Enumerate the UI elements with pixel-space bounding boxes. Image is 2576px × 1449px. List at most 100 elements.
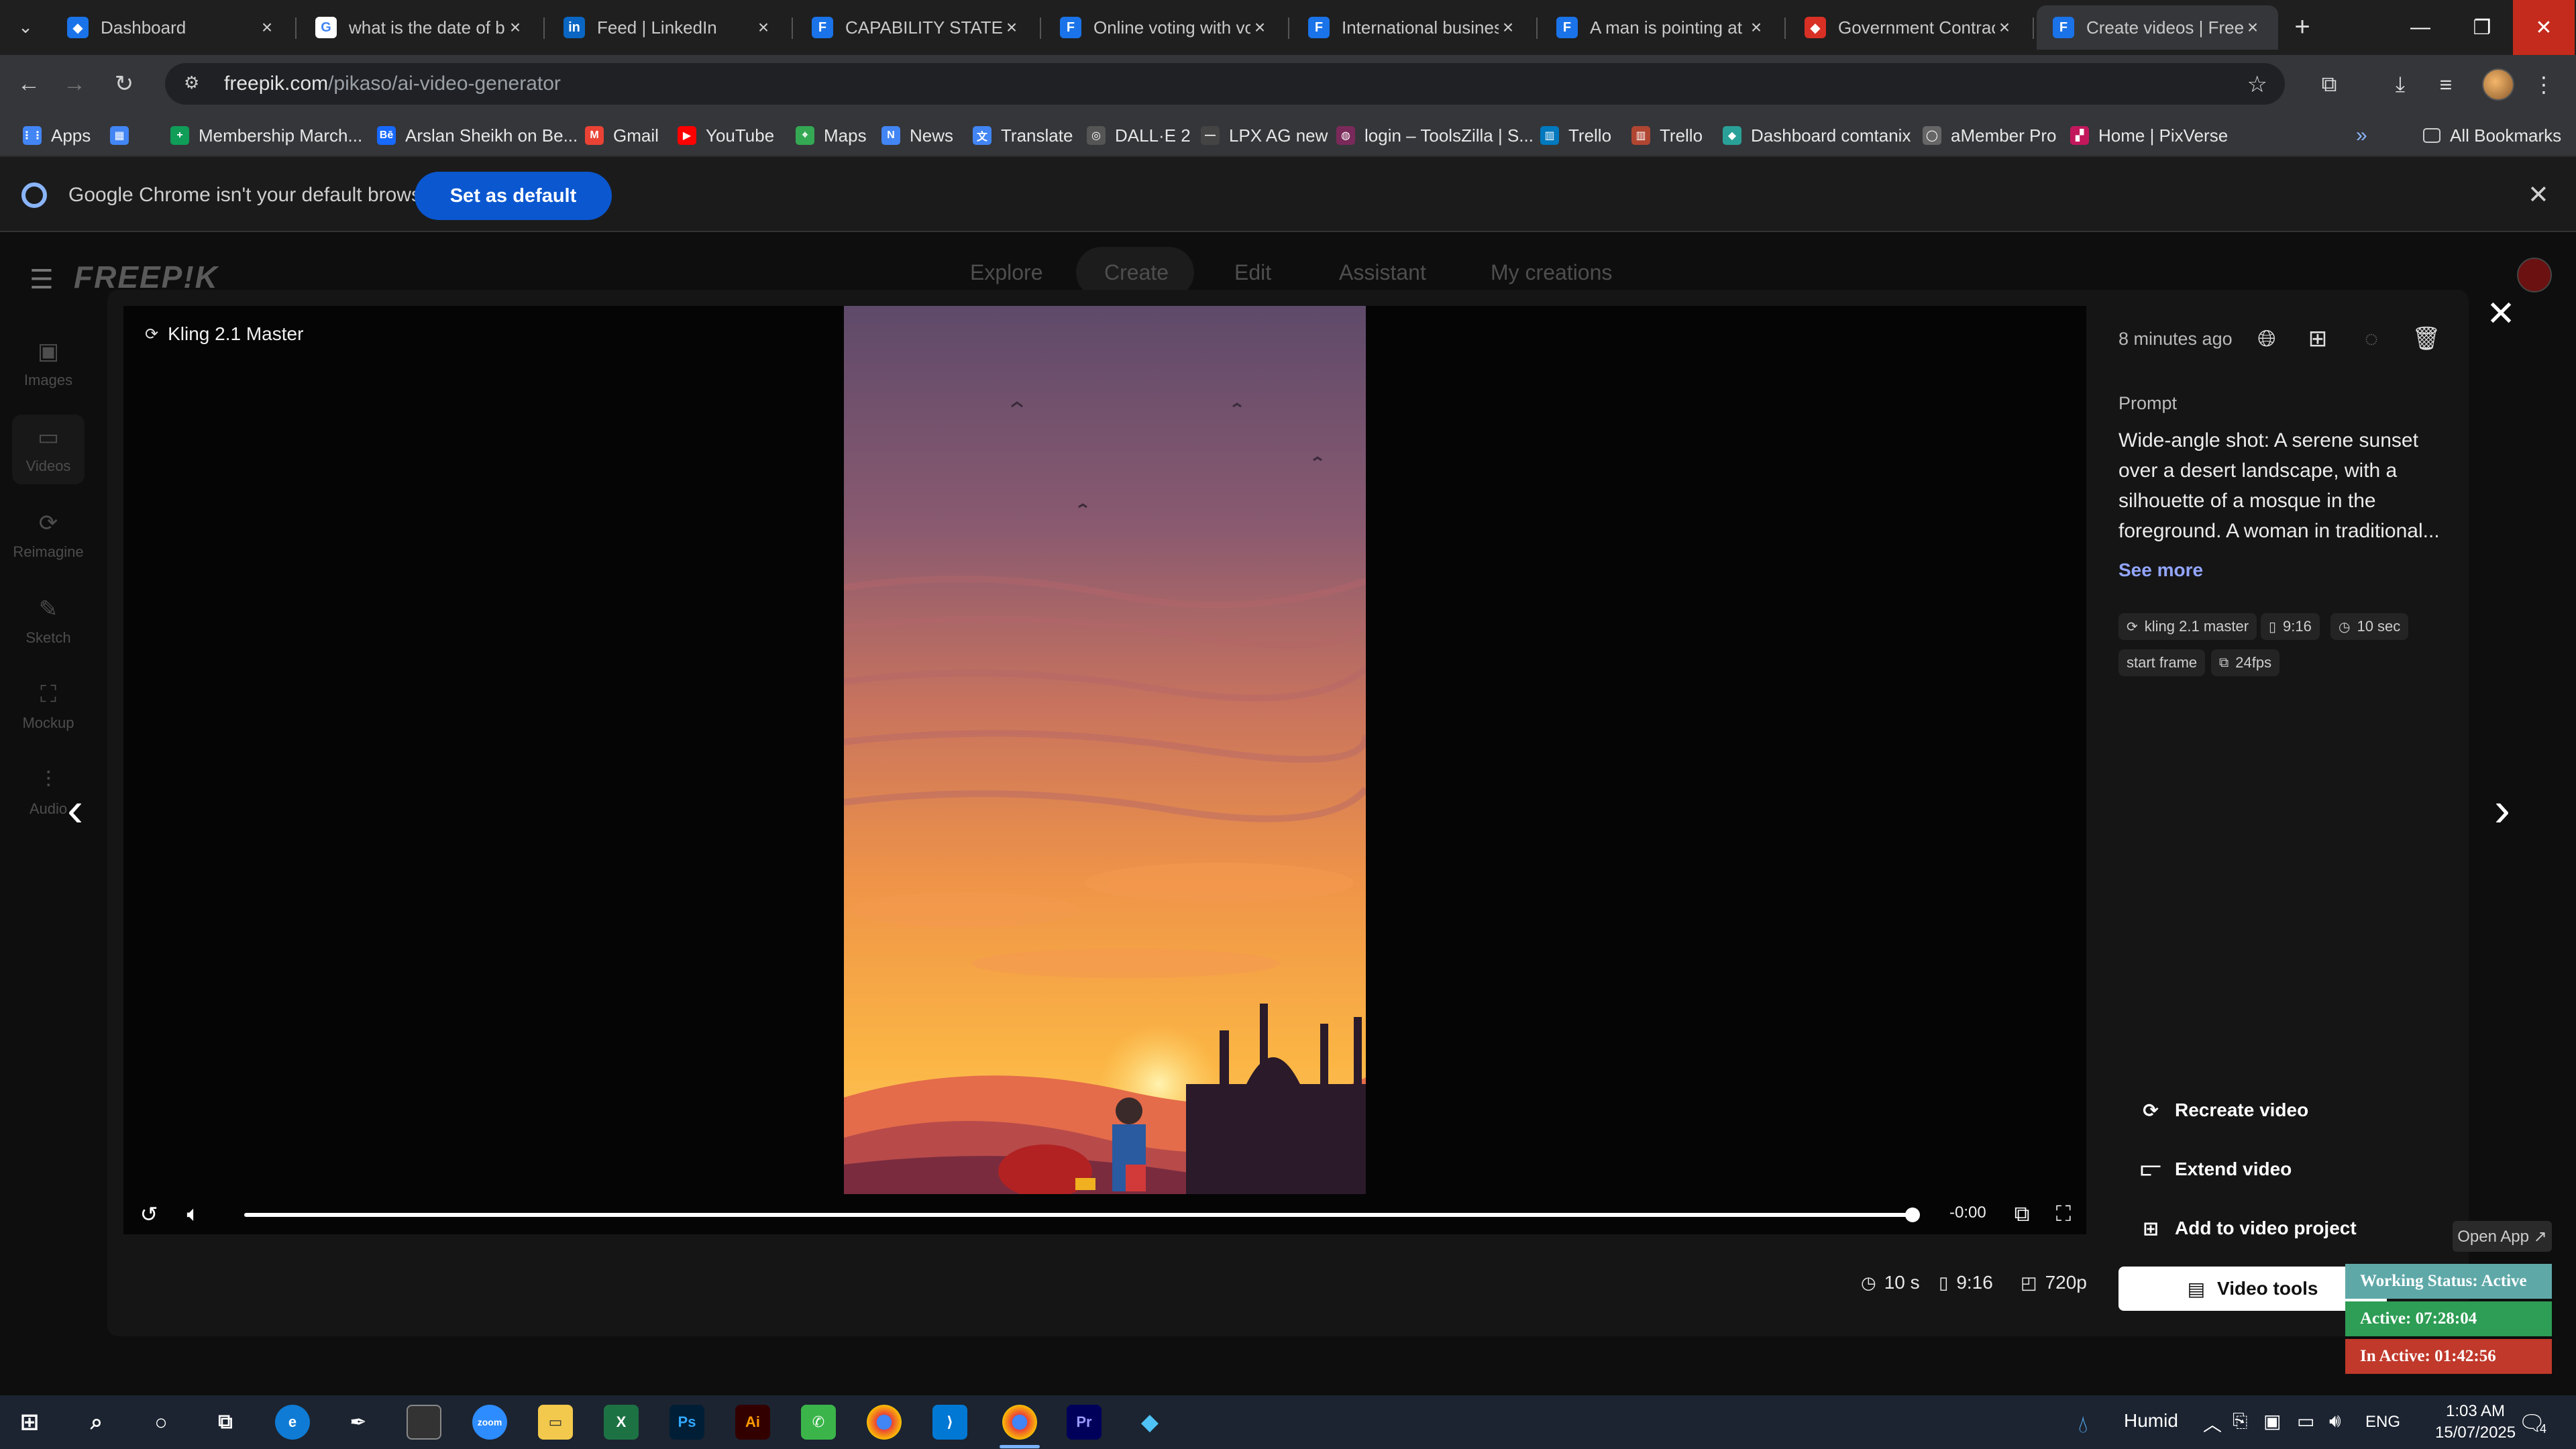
illustrator-icon[interactable]: Ai	[735, 1405, 770, 1440]
premiere-icon[interactable]: Pr	[1067, 1405, 1102, 1440]
bookmark-item[interactable]: ⋮⋮ Apps	[21, 122, 91, 149]
edge-icon[interactable]: e	[275, 1405, 310, 1440]
url-text[interactable]: freepik.com/pikaso/ai-video-generator	[224, 72, 561, 95]
sidebar-item-videos[interactable]: ▭ Videos	[12, 415, 85, 484]
nav-my-creations[interactable]: My creations	[1491, 260, 1612, 285]
back-button[interactable]: ←	[13, 68, 44, 99]
replay-icon[interactable]: ↺	[134, 1199, 164, 1229]
sidebar-item-images[interactable]: ▣ Images	[12, 338, 85, 389]
tab-search-chevron-icon[interactable]: ⌄	[7, 12, 44, 42]
nav-explore[interactable]: Explore	[970, 260, 1043, 285]
pen-icon[interactable]: ✒	[341, 1405, 376, 1440]
bookmark-item[interactable]: ◯ aMember Pro	[1923, 122, 2057, 149]
forward-button[interactable]: →	[59, 68, 90, 99]
volume-icon[interactable]: 🔈︎	[178, 1199, 208, 1229]
tab-close-icon[interactable]: ×	[1747, 17, 1766, 38]
fullscreen-icon[interactable]: ⛶	[2049, 1199, 2078, 1229]
tray-chevron-icon[interactable]: ︿	[2203, 1410, 2222, 1437]
sidebar-item-sketch[interactable]: ✎ Sketch	[12, 596, 85, 647]
bookmark-item[interactable]: ▥ Trello	[1631, 122, 1703, 149]
tab-close-icon[interactable]: ×	[2243, 17, 2262, 38]
system-clock[interactable]: 1:03 AM 15/07/2025	[2435, 1401, 2516, 1444]
bookmark-item[interactable]: ⌖ Maps	[796, 122, 867, 149]
task-view-icon[interactable]: ⧉	[208, 1405, 243, 1440]
vscode-icon[interactable]: ⟩	[932, 1405, 967, 1440]
bookmark-item[interactable]: N News	[881, 122, 953, 149]
bookmark-item[interactable]: — LPX AG new	[1201, 122, 1328, 149]
network-icon[interactable]: ▭	[2297, 1410, 2314, 1432]
meet-icon[interactable]: ⎘	[2233, 1410, 2247, 1432]
seek-handle[interactable]	[1905, 1208, 1920, 1222]
set-as-default-button[interactable]: Set as default	[415, 172, 612, 220]
extend-video-button[interactable]: ⫍ Extend video	[2137, 1152, 2292, 1186]
restore-button[interactable]: ❐	[2451, 0, 2513, 55]
terminal-icon[interactable]	[407, 1405, 441, 1440]
video-frame[interactable]	[844, 306, 1366, 1194]
tab-close-icon[interactable]: ×	[754, 17, 773, 38]
infobar-close-icon[interactable]: ✕	[2528, 180, 2549, 210]
bookmark-item[interactable]: ▶ YouTube	[678, 122, 774, 149]
file-explorer-icon[interactable]: ▭	[538, 1405, 573, 1440]
extensions-icon[interactable]: ⧉	[2314, 70, 2344, 99]
tab-close-icon[interactable]: ×	[258, 17, 276, 38]
excel-icon[interactable]: X	[604, 1405, 639, 1440]
bookmark-item[interactable]: ▥ Trello	[1540, 122, 1611, 149]
bookmark-item[interactable]: ◍ login – ToolsZilla | S...	[1336, 122, 1534, 149]
windows-start-icon[interactable]: ⊞	[12, 1405, 47, 1440]
new-tab-button[interactable]: +	[2288, 12, 2317, 42]
minimize-button[interactable]: —	[2390, 0, 2451, 55]
add-to-video-project-button[interactable]: ⊞ Add to video project	[2137, 1212, 2356, 1245]
download-icon[interactable]: ⤓	[2385, 70, 2415, 99]
tab[interactable]: F Create videos | Freep ×	[2037, 5, 2278, 50]
tab[interactable]: F CAPABILITY STATEME×	[796, 5, 1037, 50]
bookmark-item[interactable]: Bē Arslan Sheikh on Be...	[377, 122, 578, 149]
tab[interactable]: F International busines ×	[1292, 5, 1534, 50]
cortana-icon[interactable]: ○	[144, 1405, 178, 1440]
hamburger-menu-icon[interactable]: ☰	[30, 264, 54, 295]
photoshop-icon[interactable]: Ps	[669, 1405, 704, 1440]
bookmark-item[interactable]: ▦	[110, 122, 138, 149]
tab-close-icon[interactable]: ×	[1250, 17, 1269, 38]
bookmark-item[interactable]: ▞ Home | PixVerse	[2070, 122, 2228, 149]
bookmarks-overflow-icon[interactable]: »	[2356, 122, 2367, 149]
tab-close-icon[interactable]: ×	[1995, 17, 2014, 38]
bookmark-item[interactable]: ◎ DALL·E 2	[1087, 122, 1191, 149]
app-diamond-icon[interactable]: ◆	[1132, 1405, 1167, 1440]
phone-app-icon[interactable]: ✆	[801, 1405, 836, 1440]
language-indicator[interactable]: ENG	[2365, 1413, 2400, 1432]
previous-arrow-icon[interactable]: ‹	[55, 782, 95, 837]
see-more-link[interactable]: See more	[2118, 559, 2203, 581]
tab-close-icon[interactable]: ×	[1499, 17, 1517, 38]
chrome-profile-icon[interactable]	[1002, 1405, 1037, 1440]
chrome-icon[interactable]	[867, 1405, 902, 1440]
tab-close-icon[interactable]: ×	[1002, 17, 1021, 38]
zoom-icon[interactable]: zoom	[472, 1405, 507, 1440]
bookmark-item[interactable]: M Gmail	[585, 122, 659, 149]
picture-in-picture-icon[interactable]: ⧉	[2007, 1199, 2037, 1229]
all-bookmarks[interactable]: All Bookmarks	[2423, 122, 2561, 149]
seek-bar[interactable]	[244, 1208, 1920, 1222]
nav-create[interactable]: Create	[1104, 260, 1169, 285]
close-modal-icon[interactable]: ✕	[2481, 294, 2521, 334]
globe-icon[interactable]: 🌐︎	[2250, 322, 2284, 356]
sidebar-item-reimagine[interactable]: ⟳ Reimagine	[12, 510, 85, 561]
sidebar-item-mockup[interactable]: ⛶ Mockup	[12, 682, 85, 732]
open-app-button[interactable]: Open App ↗	[2453, 1221, 2552, 1252]
tab[interactable]: ◆ Dashboard ×	[51, 5, 292, 50]
tab[interactable]: F A man is pointing at ×	[1540, 5, 1782, 50]
add-to-folder-icon[interactable]: ⊞	[2301, 322, 2334, 356]
tab[interactable]: F Online voting with vo ×	[1044, 5, 1285, 50]
screen-icon[interactable]: ▣	[2263, 1410, 2281, 1432]
address-bar[interactable]: ⚙ freepik.com/pikaso/ai-video-generator …	[165, 63, 2285, 105]
close-window-button[interactable]: ✕	[2513, 0, 2575, 55]
recreate-video-button[interactable]: ⟳ Recreate video	[2137, 1093, 2308, 1127]
reload-button[interactable]: ↻	[109, 68, 140, 99]
media-control-icon[interactable]: ≡	[2431, 70, 2461, 99]
chrome-menu-icon[interactable]: ⋮	[2529, 70, 2559, 99]
speaker-icon[interactable]: 🔊︎	[2329, 1410, 2341, 1432]
site-info-icon[interactable]: ⚙	[184, 72, 207, 95]
trash-icon[interactable]: 🗑︎	[2410, 322, 2443, 356]
profile-avatar[interactable]	[2482, 68, 2514, 101]
bookmark-item[interactable]: ◆ Dashboard comtanix	[1723, 122, 1911, 149]
bookmark-star-icon[interactable]: ☆	[2247, 71, 2267, 98]
